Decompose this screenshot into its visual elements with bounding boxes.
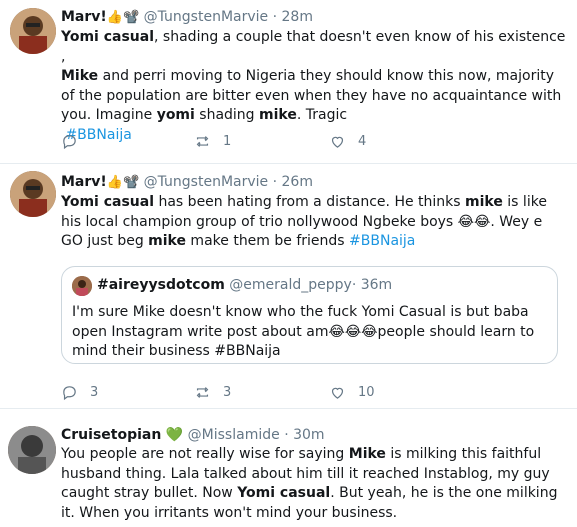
retweet-button[interactable]: 3 xyxy=(194,384,231,401)
tweet-2[interactable]: Marv!👍📽️ @TungstenMarvie · 26m Yomi casu… xyxy=(0,164,577,409)
retweet-button[interactable]: 1 xyxy=(194,133,231,150)
hashtag-link[interactable]: #BBNaija xyxy=(349,233,415,249)
handle[interactable]: @TungstenMarvie xyxy=(144,9,269,25)
quote-avatar xyxy=(72,276,92,296)
reply-icon xyxy=(63,386,76,401)
like-count: 4 xyxy=(358,134,367,149)
quote-display-name: #aireyysdotcom xyxy=(97,277,225,293)
avatar[interactable] xyxy=(10,8,56,54)
display-name[interactable]: Marv! xyxy=(61,174,107,190)
heart-icon xyxy=(331,136,344,148)
tweet-header: Cruisetopian 💚 @Misslamide · 30m xyxy=(61,426,567,444)
display-name[interactable]: Cruisetopian xyxy=(61,427,161,443)
handle[interactable]: @TungstenMarvie xyxy=(144,174,269,190)
handle[interactable]: @Misslamide xyxy=(188,427,280,443)
quote-text: I'm sure Mike doesn't know who the fuck … xyxy=(72,304,535,360)
tweet-text: Yomi casual, shading a couple that doesn… xyxy=(61,29,566,143)
tweet-text: You people are not really wise for sayin… xyxy=(61,446,558,521)
name-emoji: 👍📽️ xyxy=(106,175,140,190)
quote-timestamp: · 36m xyxy=(351,277,393,293)
retweet-count: 3 xyxy=(223,385,232,400)
timestamp[interactable]: · 30m xyxy=(284,427,324,443)
like-button[interactable]: 10 xyxy=(329,384,375,401)
retweet-count: 1 xyxy=(223,134,232,149)
like-button[interactable]: 4 xyxy=(329,133,366,150)
timestamp[interactable]: · 26m xyxy=(273,174,313,190)
quoted-tweet[interactable]: #aireyysdotcom @emerald_peppy· 36m I'm s… xyxy=(61,266,558,364)
like-count: 10 xyxy=(358,385,375,400)
display-name[interactable]: Marv! xyxy=(61,9,107,25)
tweet-3[interactable]: Cruisetopian 💚 @Misslamide · 30m You peo… xyxy=(0,409,577,527)
name-emoji: 👍📽️ xyxy=(106,10,140,25)
tweet-header: Marv!👍📽️ @TungstenMarvie · 28m xyxy=(61,8,567,27)
reply-button[interactable] xyxy=(61,133,78,150)
retweet-icon xyxy=(196,136,209,147)
green-heart-emoji: 💚 xyxy=(165,427,184,443)
avatar[interactable] xyxy=(10,171,56,217)
reply-button[interactable]: 3 xyxy=(61,384,98,401)
quote-handle: @emerald_peppy xyxy=(229,277,352,293)
avatar[interactable] xyxy=(8,426,56,474)
reply-icon xyxy=(63,135,76,150)
heart-icon xyxy=(331,387,344,399)
reply-count: 3 xyxy=(90,385,99,400)
retweet-icon xyxy=(196,387,209,398)
tweet-1[interactable]: Marv!👍📽️ @TungstenMarvie · 28m Yomi casu… xyxy=(0,0,577,164)
timestamp[interactable]: · 28m xyxy=(273,9,313,25)
tweet-text: Yomi casual has been hating from a dista… xyxy=(61,194,547,250)
tweet-header: Marv!👍📽️ @TungstenMarvie · 26m xyxy=(61,173,567,192)
